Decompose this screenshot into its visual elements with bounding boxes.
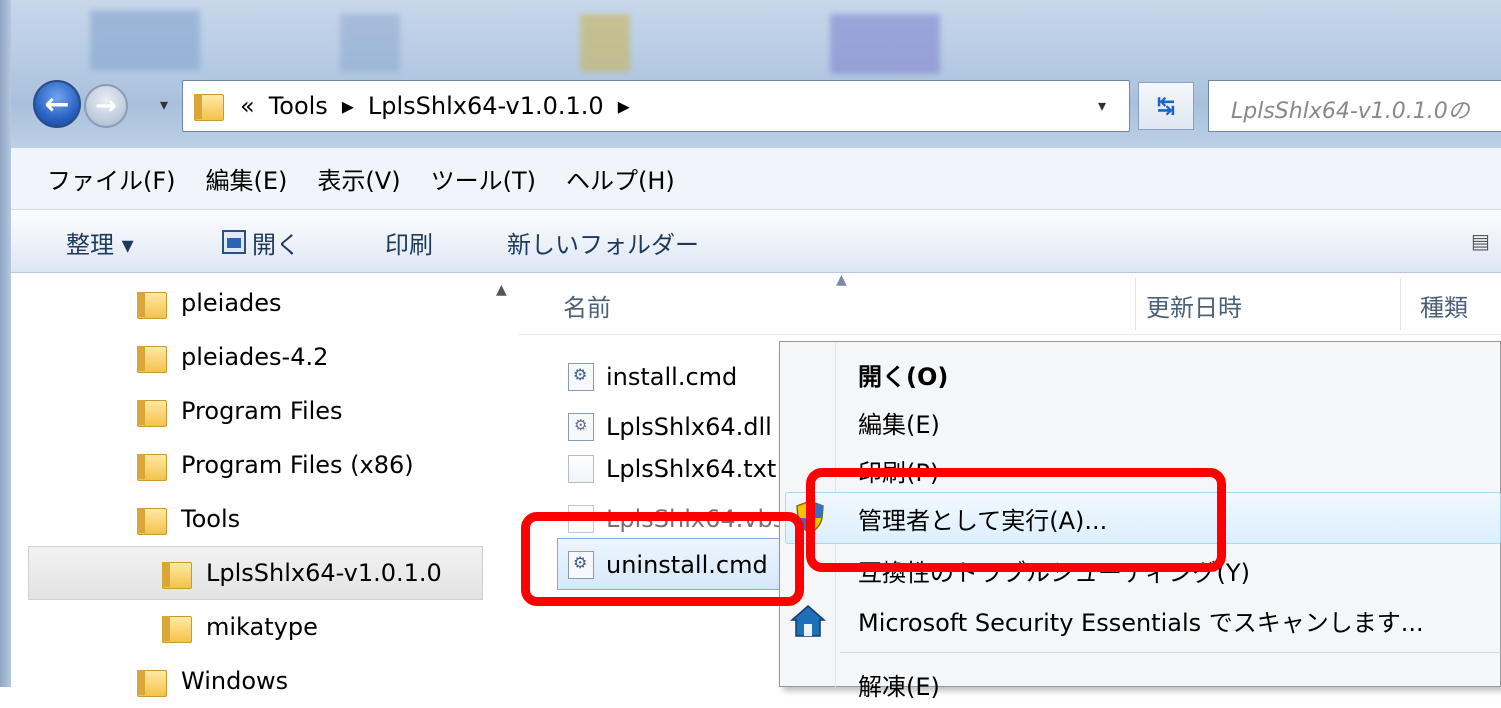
nav-item-program-files-x86[interactable]: Program Files (x86) [137,438,414,492]
nav-item-label: Program Files [181,397,343,425]
cmd-file-icon [568,363,594,391]
breadcrumb-item[interactable]: Tools [269,92,328,120]
column-header-name[interactable]: 名前 [563,288,611,323]
window-left-border [0,0,11,687]
open-label: 開く [252,230,300,259]
breadcrumb-overflow[interactable]: « [240,92,255,120]
column-header-modified[interactable]: 更新日時 [1146,288,1242,323]
print-label: 印刷 [385,230,433,259]
nav-item-label: pleiades [181,289,282,317]
organize-label: 整理 ▾ [66,230,134,259]
folder-icon [194,90,224,121]
column-divider[interactable] [1400,278,1401,330]
new-folder-button[interactable]: 新しいフォルダー [507,211,699,273]
blurred-desktop-icon [830,14,940,74]
open-icon [222,230,246,254]
folder-icon [162,612,192,643]
search-input[interactable]: LplsShlx64-v1.0.1.0の [1208,80,1501,132]
ctx-edit[interactable]: 編集(E) [858,398,940,446]
mse-house-icon [790,605,826,637]
folder-icon [137,450,167,481]
breadcrumb-item[interactable]: LplsShlx64-v1.0.1.0 [368,92,604,120]
nav-item-pleiades[interactable]: pleiades [137,276,282,330]
nav-item-label: Program Files (x86) [181,451,414,479]
nav-item-program-files[interactable]: Program Files [137,384,343,438]
context-menu-separator [840,652,1501,653]
refresh-icon: ↹ [1156,93,1176,119]
refresh-button[interactable]: ↹ [1138,82,1194,130]
txt-file-icon [568,455,594,483]
blurred-desktop-icon [340,14,400,72]
back-button[interactable]: ← [33,80,81,128]
folder-icon [137,666,167,697]
file-row[interactable]: install.cmd [568,352,780,402]
ctx-open[interactable]: 開く(O) [858,350,948,398]
ctx-extract[interactable]: 解凍(E) [858,660,940,708]
nav-item-lplsshlx64[interactable]: LplsShlx64-v1.0.1.0 [162,546,442,600]
menu-help[interactable]: ヘルプ(H) [566,161,675,196]
nav-item-label: LplsShlx64-v1.0.1.0 [206,559,442,587]
command-toolbar: 整理 ▾ 開く 印刷 新しいフォルダー ▤ [11,211,1501,273]
new-folder-label: 新しいフォルダー [507,230,699,259]
dll-file-icon [568,413,594,441]
breadcrumb[interactable]: « Tools ▸ LplsShlx64-v1.0.1.0 ▸ [240,88,630,124]
nav-scrollbar[interactable] [483,273,519,687]
folder-icon [137,504,167,535]
menu-tools[interactable]: ツール(T) [431,161,536,196]
nav-item-label: Tools [181,505,241,533]
nav-item-label: mikatype [206,613,318,641]
column-header-row [519,273,1501,335]
open-button[interactable]: 開く [222,211,300,273]
annotation-box-uninstall [521,512,804,606]
recent-pages-dropdown[interactable]: ▾ [160,95,168,114]
menu-file[interactable]: ファイル(F) [47,161,176,196]
address-dropdown[interactable]: ▾ [1098,96,1106,115]
folder-icon [137,396,167,427]
folder-icon [137,342,167,373]
print-button[interactable]: 印刷 [385,211,433,273]
file-row[interactable]: LplsShlx64.txt [568,444,780,494]
blurred-desktop-icon [90,10,200,70]
blurred-desktop-icon [580,14,630,72]
view-options-icon[interactable]: ▤ [1471,229,1499,255]
scroll-up-icon[interactable]: ▲ [496,282,507,298]
sort-ascending-icon: ▲ [836,272,847,288]
forward-button[interactable]: → [84,84,128,128]
nav-item-label: pleiades-4.2 [181,343,329,371]
nav-item-mikatype[interactable]: mikatype [162,600,318,654]
menu-view[interactable]: 表示(V) [317,161,400,196]
column-divider[interactable] [1135,278,1136,330]
nav-item-label: Windows [181,667,289,695]
column-header-type[interactable]: 種類 [1420,288,1468,323]
chevron-right-icon[interactable]: ▸ [342,92,354,120]
organize-button[interactable]: 整理 ▾ [66,211,134,273]
ctx-scan-mse[interactable]: Microsoft Security Essentials でスキャンします..… [858,596,1424,644]
menu-edit[interactable]: 編集(E) [206,161,288,196]
file-name: LplsShlx64.dll [606,413,772,441]
nav-item-windows[interactable]: Windows [137,654,288,708]
folder-icon [137,288,167,319]
chevron-right-icon[interactable]: ▸ [618,92,630,120]
annotation-box-run-as-admin [806,468,1226,572]
nav-item-tools[interactable]: Tools [137,492,240,546]
arrow-right-icon: → [95,91,117,121]
file-name: LplsShlx64.txt [606,455,777,483]
folder-icon [162,558,192,589]
menu-bar: ファイル(F) 編集(E) 表示(V) ツール(T) ヘルプ(H) [11,148,1501,210]
arrow-left-icon: ← [44,86,70,122]
nav-item-pleiades-4-2[interactable]: pleiades-4.2 [137,330,328,384]
file-name: install.cmd [606,363,738,391]
